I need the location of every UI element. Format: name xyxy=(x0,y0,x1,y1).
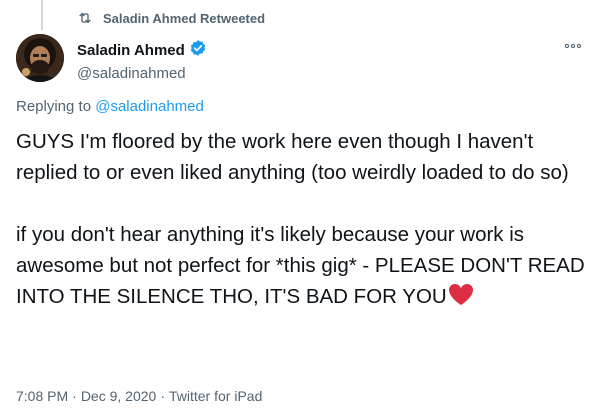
tweet-paragraph-2-wrapper: if you don't hear anything it's likely b… xyxy=(16,219,586,315)
retweet-icon xyxy=(76,10,94,26)
tweet-paragraph-1: GUYS I'm floored by the work here even t… xyxy=(16,130,569,184)
meta-separator: · xyxy=(72,388,77,404)
replying-to-label: Replying to xyxy=(16,98,92,115)
thread-connector-line xyxy=(41,0,43,30)
reply-mention-link[interactable]: @saladinahmed xyxy=(95,98,204,115)
heart-emoji-icon xyxy=(448,283,474,315)
more-options-button[interactable] xyxy=(562,38,584,52)
tweet-date-link[interactable]: Dec 9, 2020 xyxy=(81,388,157,404)
tweet-source-link[interactable]: Twitter for iPad xyxy=(169,388,262,404)
replying-to-line: Replying to @saladinahmed xyxy=(16,98,204,115)
tweet-body: GUYS I'm floored by the work here even t… xyxy=(16,126,586,315)
avatar[interactable] xyxy=(16,34,64,82)
tweet-time-link[interactable]: 7:08 PM xyxy=(16,388,68,404)
retweet-label: Saladin Ahmed Retweeted xyxy=(103,10,266,26)
meta-separator-2: · xyxy=(160,388,165,404)
more-dots-icon xyxy=(564,36,582,54)
author-handle[interactable]: @saladinahmed xyxy=(77,65,207,82)
tweet-meta: 7:08 PM · Dec 9, 2020 · Twitter for iPad xyxy=(16,388,262,404)
tweet-paragraph-2: if you don't hear anything it's likely b… xyxy=(16,223,585,308)
author-display-name[interactable]: Saladin Ahmed xyxy=(77,42,185,59)
retweet-context[interactable]: Saladin Ahmed Retweeted xyxy=(76,10,265,26)
verified-badge-icon xyxy=(189,39,207,62)
author-block: Saladin Ahmed @saladinahmed xyxy=(77,39,207,82)
